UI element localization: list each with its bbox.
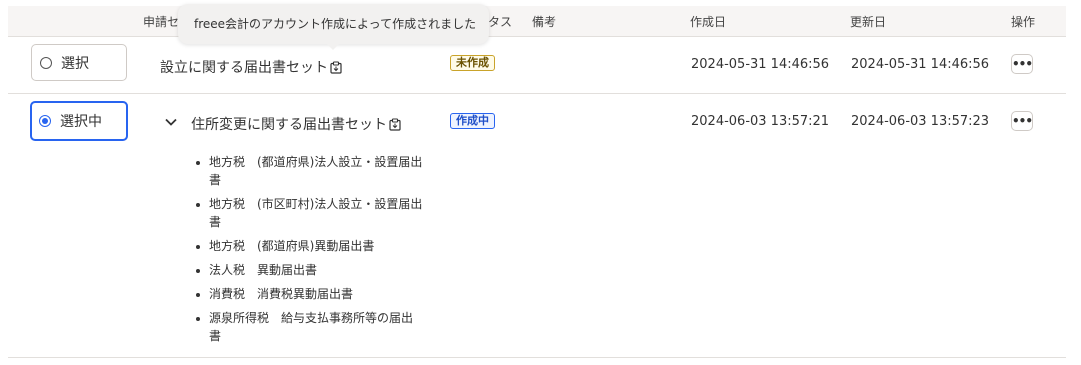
table-header: 申請セ タス 備考 作成日 更新日 操作 [8,6,1066,37]
application-set-name-text: 設立に関する届出書セット [160,60,328,76]
row-menu-button[interactable]: ••• [1011,111,1033,131]
document-list-item: 地方税 (都道府県)異動届出書 [193,237,423,255]
row-divider [8,93,1066,94]
header-actions: 操作 [1011,15,1036,29]
header-application-set: 申請セ [143,15,180,29]
application-set-name: 設立に関する届出書セット [160,57,342,77]
header-notes: 備考 [532,15,557,29]
radio-unchecked-icon [40,56,52,69]
select-button[interactable]: 選択 [31,44,127,81]
status-badge: 作成中 [450,113,495,129]
select-button[interactable]: 選択中 [30,101,128,141]
ellipsis-icon: ••• [1012,114,1033,128]
document-list: 地方税 (都道府県)法人設立・設置届出書 地方税 (市区町村)法人設立・設置届出… [193,153,423,351]
tooltip-text: freee会計のアカウント作成によって作成されました [194,17,477,31]
header-created: 作成日 [690,15,727,29]
row-menu-button[interactable]: ••• [1011,54,1033,74]
clipboard-icon [389,117,401,131]
select-button-label: 選択 [61,55,89,72]
document-list-item: 地方税 (都道府県)法人設立・設置届出書 [193,153,423,189]
application-set-name-text: 住所変更に関する届出書セット [191,117,387,133]
application-set-name: 住所変更に関する届出書セット [191,114,401,134]
document-list-item: 消費税 消費税異動届出書 [193,285,423,303]
row-divider [8,357,1066,358]
document-list-item: 法人税 異動届出書 [193,261,423,279]
status-badge: 未作成 [450,55,495,71]
header-updated: 更新日 [850,15,887,29]
tooltip: freee会計のアカウント作成によって作成されました [178,4,489,50]
header-status: タス [488,15,513,29]
document-list-item: 源泉所得税 給与支払事務所等の届出書 [193,309,423,345]
ellipsis-icon: ••• [1012,57,1033,71]
document-list-item: 地方税 (市区町村)法人設立・設置届出書 [193,195,423,231]
clipboard-icon [330,60,342,74]
updated-date: 2024-05-31 14:46:56 [851,57,990,72]
select-button-label: 選択中 [60,114,102,130]
updated-date: 2024-06-03 13:57:23 [851,114,990,129]
created-date: 2024-05-31 14:46:56 [691,57,830,72]
radio-checked-icon [39,115,51,127]
created-date: 2024-06-03 13:57:21 [691,114,830,129]
chevron-down-icon[interactable] [164,117,178,127]
